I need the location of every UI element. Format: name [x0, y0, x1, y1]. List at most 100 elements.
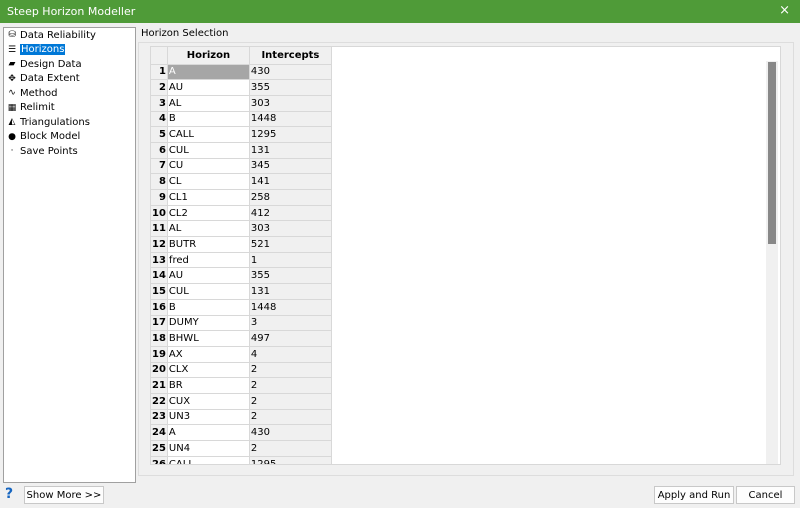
- column-header-horizon[interactable]: Horizon: [167, 47, 250, 65]
- table-row[interactable]: 16 B 1448: [151, 299, 332, 316]
- table-row[interactable]: 17 DUMY 3: [151, 315, 332, 332]
- apply-and-run-button[interactable]: Apply and Run: [654, 486, 734, 504]
- intercepts-cell: 1448: [249, 299, 332, 316]
- sidebar-item-design-data[interactable]: ▰ Design Data: [4, 57, 135, 72]
- table-row[interactable]: 8 CL 141: [151, 173, 332, 190]
- sidebar-item-save-points[interactable]: · Save Points: [4, 144, 135, 159]
- row-number[interactable]: 9: [151, 189, 168, 206]
- table-row[interactable]: 9 CL1 258: [151, 189, 332, 206]
- intercepts-cell: 258: [249, 189, 332, 206]
- table-row[interactable]: 25 UN4 2: [151, 440, 332, 457]
- table-row[interactable]: 14 AU 355: [151, 267, 332, 285]
- cancel-button[interactable]: Cancel: [736, 486, 795, 504]
- scrollbar-thumb[interactable]: [768, 62, 776, 244]
- column-header-intercepts[interactable]: Intercepts: [249, 47, 332, 65]
- horizon-cell[interactable]: CUL: [167, 142, 250, 159]
- sidebar-item-data-reliability[interactable]: ⛁ Data Reliability: [4, 28, 135, 43]
- horizon-cell[interactable]: CALL: [167, 126, 250, 143]
- table-row[interactable]: 15 CUL 131: [151, 283, 332, 300]
- row-number[interactable]: 5: [151, 126, 168, 143]
- table-row[interactable]: 1 A 430: [151, 64, 332, 81]
- row-number[interactable]: 23: [151, 409, 168, 426]
- horizon-cell[interactable]: CUL: [167, 283, 250, 300]
- horizon-cell[interactable]: BHWL: [167, 330, 250, 347]
- row-number[interactable]: 24: [151, 424, 168, 441]
- row-number[interactable]: 7: [151, 158, 168, 175]
- horizon-cell[interactable]: UN3: [167, 409, 250, 426]
- row-number[interactable]: 13: [151, 252, 168, 269]
- help-icon[interactable]: ?: [5, 486, 19, 502]
- close-icon[interactable]: ×: [779, 3, 790, 18]
- table-row[interactable]: 11 AL 303: [151, 220, 332, 238]
- horizon-cell[interactable]: CUX: [167, 393, 250, 410]
- row-number[interactable]: 22: [151, 393, 168, 410]
- row-number[interactable]: 4: [151, 111, 168, 128]
- table-row[interactable]: 2 AU 355: [151, 79, 332, 96]
- row-number[interactable]: 26: [151, 456, 168, 464]
- horizon-cell[interactable]: AU: [167, 79, 250, 96]
- table-row[interactable]: 10 CL2 412: [151, 205, 332, 222]
- row-number[interactable]: 18: [151, 330, 168, 347]
- row-number[interactable]: 2: [151, 79, 168, 96]
- horizon-cell[interactable]: UN4: [167, 440, 250, 457]
- table-row[interactable]: 3 AL 303: [151, 95, 332, 112]
- horizon-cell[interactable]: AU: [167, 267, 250, 285]
- intercepts-cell: 1448: [249, 111, 332, 128]
- table-row[interactable]: 24 A 430: [151, 424, 332, 441]
- horizon-cell[interactable]: CLX: [167, 362, 250, 379]
- table-row[interactable]: 7 CU 345: [151, 158, 332, 175]
- horizon-cell[interactable]: fred: [167, 252, 250, 269]
- table-row[interactable]: 13 fred 1: [151, 252, 332, 269]
- sidebar-item-triangulations[interactable]: ◭ Triangulations: [4, 115, 135, 130]
- table-row[interactable]: 20 CLX 2: [151, 362, 332, 379]
- table-row[interactable]: 21 BR 2: [151, 377, 332, 394]
- horizon-cell[interactable]: B: [167, 111, 250, 128]
- row-number[interactable]: 25: [151, 440, 168, 457]
- horizon-cell[interactable]: A: [167, 64, 250, 81]
- horizon-cell[interactable]: CU: [167, 158, 250, 175]
- show-more-button[interactable]: Show More >>: [24, 486, 104, 504]
- table-row[interactable]: 22 CUX 2: [151, 393, 332, 410]
- horizon-cell[interactable]: CALL: [167, 456, 250, 464]
- row-number[interactable]: 20: [151, 362, 168, 379]
- horizon-cell[interactable]: CL1: [167, 189, 250, 206]
- row-number[interactable]: 17: [151, 315, 168, 332]
- horizon-cell[interactable]: BUTR: [167, 236, 250, 253]
- horizon-cell[interactable]: BR: [167, 377, 250, 394]
- row-number[interactable]: 11: [151, 220, 168, 238]
- row-number[interactable]: 8: [151, 173, 168, 190]
- horizon-cell[interactable]: B: [167, 299, 250, 316]
- horizon-cell[interactable]: CL: [167, 173, 250, 190]
- horizon-cell[interactable]: A: [167, 424, 250, 441]
- intercepts-cell: 355: [249, 267, 332, 285]
- sidebar-item-relimit[interactable]: ▦ Relimit: [4, 101, 135, 116]
- table-row[interactable]: 18 BHWL 497: [151, 330, 332, 347]
- sidebar-item-method[interactable]: ∿ Method: [4, 86, 135, 101]
- table-row[interactable]: 19 AX 4: [151, 346, 332, 363]
- row-number[interactable]: 15: [151, 283, 168, 300]
- row-number[interactable]: 10: [151, 205, 168, 222]
- row-number[interactable]: 21: [151, 377, 168, 394]
- row-number[interactable]: 19: [151, 346, 168, 363]
- row-number[interactable]: 16: [151, 299, 168, 316]
- row-number[interactable]: 12: [151, 236, 168, 253]
- horizon-cell[interactable]: AL: [167, 95, 250, 112]
- row-number[interactable]: 3: [151, 95, 168, 112]
- horizon-cell[interactable]: CL2: [167, 205, 250, 222]
- table-row[interactable]: 6 CUL 131: [151, 142, 332, 159]
- table-row[interactable]: 5 CALL 1295: [151, 126, 332, 143]
- row-number[interactable]: 14: [151, 267, 168, 285]
- table-row[interactable]: 4 B 1448: [151, 111, 332, 128]
- row-number[interactable]: 1: [151, 64, 168, 81]
- table-row[interactable]: 12 BUTR 521: [151, 236, 332, 253]
- row-number[interactable]: 6: [151, 142, 168, 159]
- sidebar-item-data-extent[interactable]: ✥ Data Extent: [4, 72, 135, 87]
- horizon-cell[interactable]: AX: [167, 346, 250, 363]
- horizon-cell[interactable]: AL: [167, 220, 250, 238]
- vertical-scrollbar[interactable]: [766, 61, 778, 464]
- horizon-cell[interactable]: DUMY: [167, 315, 250, 332]
- table-row[interactable]: 23 UN3 2: [151, 409, 332, 426]
- sidebar-item-block-model[interactable]: ● Block Model: [4, 130, 135, 145]
- sidebar-item-horizons[interactable]: ☰ Horizons: [4, 43, 135, 58]
- table-row[interactable]: 26 CALL 1295: [151, 456, 332, 464]
